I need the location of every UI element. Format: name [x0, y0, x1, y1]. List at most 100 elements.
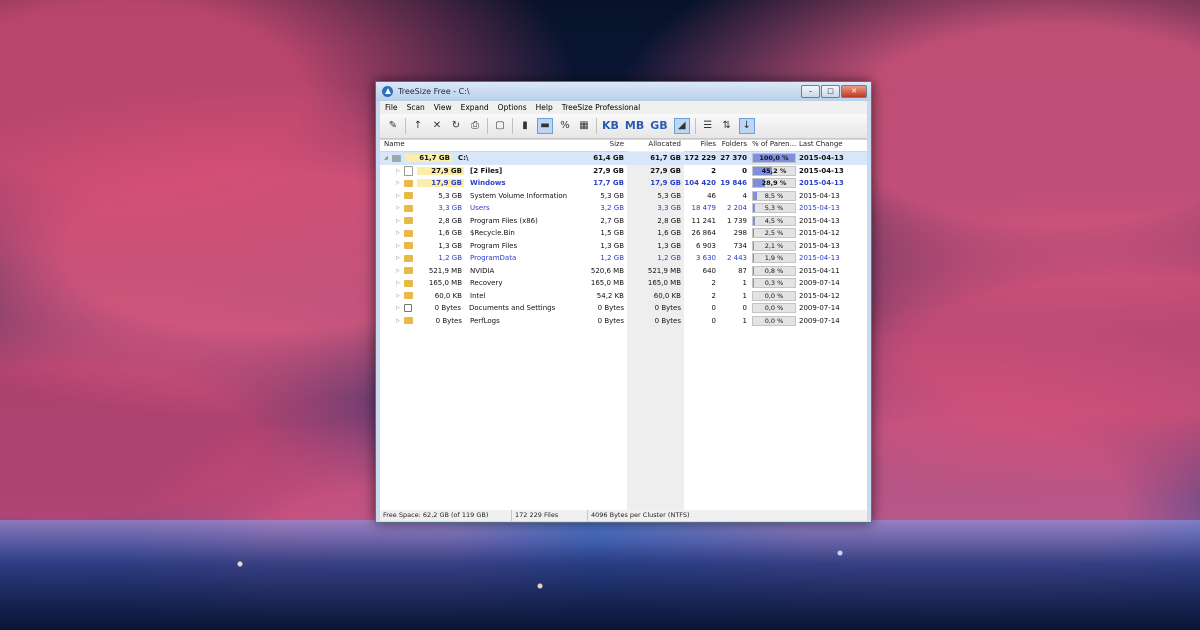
column-header-percent[interactable]: % of Paren...: [750, 140, 796, 151]
table-row[interactable]: ◢ 61,7 GB C:\ 61,4 GB 61,7 GB 172 229 27…: [380, 152, 867, 165]
stop-icon[interactable]: ✕: [430, 119, 444, 133]
expand-arrow-icon[interactable]: ▷: [396, 268, 404, 274]
column-header-name[interactable]: Name: [380, 140, 587, 151]
table-row[interactable]: ▷ 0 Bytes PerfLogs 0 Bytes 0 Bytes 0 1 0…: [380, 315, 867, 328]
refresh-icon[interactable]: ↻: [449, 119, 463, 133]
details-view-icon[interactable]: ☰: [701, 119, 715, 133]
app-icon: [382, 86, 393, 97]
expand-arrow-icon[interactable]: ▷: [396, 180, 404, 186]
sort-icon[interactable]: ⇅: [720, 119, 734, 133]
print-icon[interactable]: ⎙: [468, 119, 482, 133]
name-cell: ▷ 1,2 GB ProgramData: [380, 254, 587, 262]
menu-expand[interactable]: Expand: [461, 103, 489, 112]
folders-cell: 87: [738, 266, 747, 275]
grid-view-icon[interactable]: ▦: [577, 119, 591, 133]
size-cell: 2,7 GB: [600, 216, 624, 225]
expand-arrow-icon[interactable]: ▷: [396, 230, 404, 236]
column-header-folders[interactable]: Folders: [719, 140, 750, 151]
percent-view-button[interactable]: %: [558, 119, 572, 133]
tree-size-label: 2,8 GB: [438, 216, 462, 225]
auto-unit-icon[interactable]: ◢: [673, 118, 690, 134]
percent-label: 8,5 %: [764, 191, 784, 200]
percent-bar: 4,5 %: [752, 215, 796, 226]
tree-size-label: 521,9 MB: [428, 266, 462, 275]
close-button[interactable]: ✕: [841, 85, 867, 98]
expand-arrow-icon[interactable]: ▷: [396, 193, 404, 199]
expand-arrow-icon[interactable]: ▷: [396, 218, 404, 224]
title-bar[interactable]: TreeSize Free - C:\ – □ ✕: [376, 82, 871, 101]
toolbar-separator: [512, 118, 513, 134]
expand-arrow-icon[interactable]: ▷: [396, 205, 404, 211]
last-change-cell: 2015-04-12: [799, 229, 840, 238]
name-cell: ◢ 61,7 GB C:\: [380, 154, 587, 163]
table-row[interactable]: ▷ 17,9 GB Windows 17,7 GB 17,9 GB 104 42…: [380, 177, 867, 190]
table-row[interactable]: ▷ 1,3 GB Program Files 1,3 GB 1,3 GB 6 9…: [380, 240, 867, 253]
explorer-icon[interactable]: ▢: [493, 119, 507, 133]
expand-arrow-icon[interactable]: ▷: [396, 293, 404, 299]
menu-view[interactable]: View: [434, 103, 452, 112]
table-row[interactable]: ▷ 0 Bytes Documents and Settings 0 Bytes…: [380, 302, 867, 315]
name-cell-content: ▷ 0 Bytes PerfLogs: [384, 317, 587, 325]
item-name: $Recycle.Bin: [470, 229, 515, 238]
last-change-cell: 2015-04-13: [799, 241, 840, 250]
table-row[interactable]: ▷ 165,0 MB Recovery 165,0 MB 165,0 MB 2 …: [380, 277, 867, 290]
column-header-size[interactable]: Size: [587, 140, 627, 151]
table-row[interactable]: ▷ 5,3 GB System Volume Information 5,3 G…: [380, 190, 867, 203]
sort-by-size-icon[interactable]: ↓: [738, 118, 755, 134]
percent-bar: 8,5 %: [752, 190, 796, 201]
table-row[interactable]: ▷ 521,9 MB NVIDIA 520,6 MB 521,9 MB 640 …: [380, 265, 867, 278]
table-row[interactable]: ▷ 1,2 GB ProgramData 1,2 GB 1,2 GB 3 630…: [380, 252, 867, 265]
last-change-cell: 2015-04-11: [799, 266, 840, 275]
column-header-last-change[interactable]: Last Change: [796, 140, 864, 151]
column-header-allocated[interactable]: Allocated: [627, 140, 684, 151]
size-view-icon[interactable]: ▬: [537, 118, 553, 134]
expand-arrow-icon[interactable]: ▷: [396, 168, 404, 174]
toolbar-separator: [694, 118, 696, 134]
select-directory-icon[interactable]: ✎: [386, 119, 400, 133]
column-header-files[interactable]: Files: [684, 140, 719, 151]
percent-bar: 0,0 %: [752, 315, 796, 326]
table-row[interactable]: ▷ 1,6 GB $Recycle.Bin 1,5 GB 1,6 GB 26 8…: [380, 227, 867, 240]
expand-arrow-icon[interactable]: ▷: [396, 243, 404, 249]
folders-cell: 2 443: [726, 254, 747, 263]
toolbar-separator: [405, 118, 406, 134]
menu-help[interactable]: Help: [536, 103, 553, 112]
unit-mb-button[interactable]: MB: [625, 119, 644, 133]
expand-arrow-icon[interactable]: ▷: [396, 255, 404, 261]
percent-cell: 4,5 %: [750, 215, 796, 226]
table-row[interactable]: ▷ 27,9 GB [2 Files] 27,9 GB 27,9 GB 2 0 …: [380, 165, 867, 178]
percent-bar: 5,3 %: [752, 203, 796, 214]
item-name: [2 Files]: [470, 166, 503, 175]
folders-cell: 2 204: [726, 204, 747, 213]
table-row[interactable]: ▷ 60,0 KB Intel 54,2 KB 60,0 KB 2 1 0,0 …: [380, 290, 867, 303]
table-row[interactable]: ▷ 2,8 GB Program Files (x86) 2,7 GB 2,8 …: [380, 215, 867, 228]
expand-arrow-icon[interactable]: ▷: [396, 318, 404, 324]
files-cell: 3 630: [695, 254, 716, 263]
last-change-cell: 2015-04-13: [799, 191, 840, 200]
files-cell: 46: [707, 191, 716, 200]
folder-up-icon[interactable]: ↑: [411, 119, 425, 133]
menu-options[interactable]: Options: [498, 103, 527, 112]
unit-gb-button[interactable]: GB: [650, 119, 667, 133]
tree-size-label: 5,3 GB: [438, 191, 462, 200]
bar-chart-icon[interactable]: ▮: [518, 119, 532, 133]
percent-cell: 2,1 %: [750, 240, 796, 251]
size-cell: 61,4 GB: [593, 154, 624, 163]
tree-size-label: 27,9 GB: [417, 166, 464, 175]
expand-arrow-icon[interactable]: ▷: [396, 280, 404, 286]
menu-file[interactable]: File: [385, 103, 398, 112]
percent-bar: 0,3 %: [752, 278, 796, 289]
menu-scan[interactable]: Scan: [407, 103, 425, 112]
name-cell-content: ▷ 1,6 GB $Recycle.Bin: [384, 229, 587, 237]
table-row[interactable]: ▷ 3,3 GB Users 3,2 GB 3,3 GB 18 479 2 20…: [380, 202, 867, 215]
last-change-cell: 2015-04-12: [799, 291, 840, 300]
maximize-button[interactable]: □: [821, 85, 840, 98]
menu-treesize-professional[interactable]: TreeSize Professional: [562, 103, 640, 112]
percent-bar: 0,0 %: [752, 290, 796, 301]
expand-arrow-icon[interactable]: ▷: [396, 305, 404, 311]
collapse-arrow-icon[interactable]: ◢: [384, 155, 392, 161]
allocated-cell: 165,0 MB: [647, 279, 681, 288]
last-change-cell: 2015-04-13: [799, 166, 844, 175]
unit-kb-button[interactable]: KB: [602, 119, 619, 133]
minimize-button[interactable]: –: [801, 85, 820, 98]
